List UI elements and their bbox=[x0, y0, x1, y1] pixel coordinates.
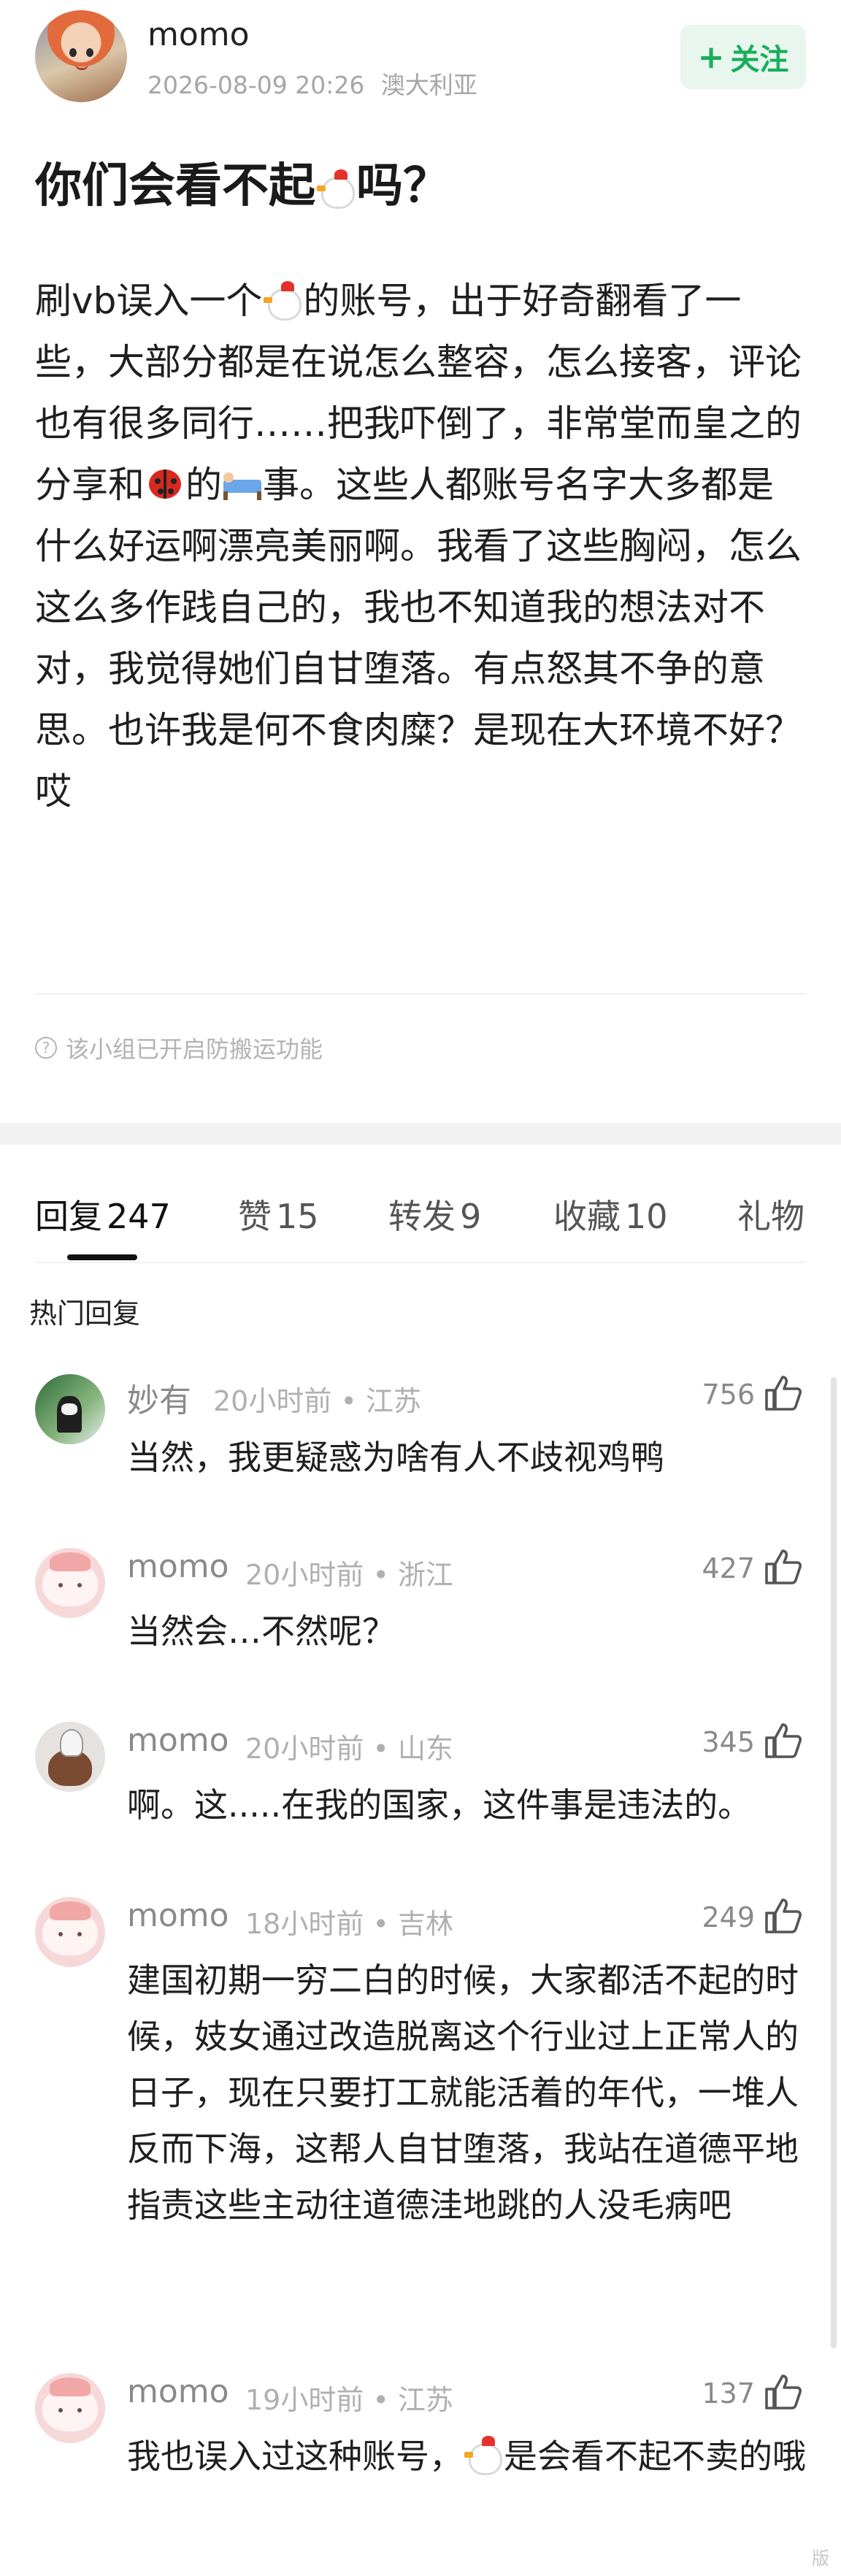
anti-repost-notice: ? 该小组已开启防搬运功能 bbox=[35, 1031, 323, 1065]
like-count: 137 bbox=[702, 2377, 755, 2410]
post-location: 澳大利亚 bbox=[380, 71, 477, 99]
divider bbox=[35, 993, 806, 994]
avatar[interactable] bbox=[35, 1548, 105, 1618]
scrollbar[interactable] bbox=[831, 1377, 837, 2348]
thumbs-up-icon[interactable] bbox=[764, 2373, 804, 2411]
interaction-tabs: 回复 247 赞 15 转发 9 收藏 10 礼物 bbox=[0, 1168, 841, 1263]
follow-button-label: 关注 bbox=[730, 43, 789, 77]
tab-replies[interactable]: 回复 247 bbox=[35, 1190, 171, 1238]
author-avatar[interactable] bbox=[35, 10, 127, 102]
tab-favorites[interactable]: 收藏 10 bbox=[553, 1190, 668, 1238]
like-count: 427 bbox=[702, 1552, 755, 1584]
comment-author[interactable]: momo bbox=[127, 1548, 229, 1585]
comment-author[interactable]: momo bbox=[127, 1722, 229, 1759]
post-title: 你们会看不起 吗？ bbox=[35, 159, 450, 213]
thumbs-up-icon[interactable] bbox=[764, 1374, 804, 1412]
comment-item: momo 20小时前 • 浙江 427 当然会…不然呢？ bbox=[0, 1548, 841, 1679]
comment-text: 当然会…不然呢？ bbox=[127, 1611, 396, 1651]
tab-likes[interactable]: 赞 15 bbox=[238, 1190, 319, 1238]
comment-author[interactable]: 妙有 bbox=[127, 1374, 191, 1421]
watermark: 版 bbox=[812, 2548, 829, 2569]
comment-author[interactable]: momo bbox=[127, 1897, 229, 1934]
comment-meta: 20小时前 • 浙江 bbox=[245, 1559, 453, 1591]
divider bbox=[35, 1262, 806, 1263]
comment-item: momo 19小时前 • 江苏 137 我也误入过这种账号， 是会看不起不卖的哦 bbox=[0, 2373, 841, 2541]
comment-item: momo 20小时前 • 山东 345 啊。这.....在我的国家，这件事是违法… bbox=[0, 1722, 841, 1853]
tab-reposts[interactable]: 转发 9 bbox=[388, 1190, 481, 1238]
avatar[interactable] bbox=[35, 1897, 105, 1967]
thumbs-up-icon[interactable] bbox=[764, 1897, 804, 1935]
comment-text: 我也误入过这种账号， 是会看不起不卖的哦 bbox=[127, 2429, 806, 2485]
avatar[interactable] bbox=[35, 2373, 105, 2443]
bed-emoji-icon bbox=[222, 462, 263, 503]
post-header: momo 2026-08-09 20:26 澳大利亚 + 关注 bbox=[0, 0, 841, 117]
post-meta: 2026-08-09 20:26 澳大利亚 bbox=[147, 66, 486, 101]
chicken-emoji-icon bbox=[262, 278, 303, 321]
thumbs-up-icon[interactable] bbox=[764, 1548, 804, 1586]
section-separator bbox=[0, 1123, 841, 1145]
like-count: 756 bbox=[702, 1379, 755, 1411]
like-count: 249 bbox=[702, 1901, 755, 1933]
comment-meta: 18小时前 • 吉林 bbox=[245, 1908, 453, 1940]
chicken-emoji-icon bbox=[315, 166, 356, 209]
tab-gifts[interactable]: 礼物 bbox=[737, 1190, 804, 1238]
comment-text: 当然，我更疑惑为啥有人不歧视鸡鸭 bbox=[127, 1438, 664, 1477]
comment-text: 建国初期一穷二白的时候，大家都活不起的时候，妓女通过改造脱离这个行业过上正常人的… bbox=[127, 1960, 799, 2225]
plus-icon: + bbox=[697, 38, 725, 76]
follow-button[interactable]: + 关注 bbox=[680, 25, 806, 89]
comment-meta: 19小时前 • 江苏 bbox=[245, 2384, 453, 2416]
question-circle-icon: ? bbox=[35, 1037, 57, 1059]
comment-item: momo 18小时前 • 吉林 249 建国初期一穷二白的时候，大家都活不起的时… bbox=[0, 1897, 841, 2306]
comment-author[interactable]: momo bbox=[127, 2373, 229, 2410]
avatar[interactable] bbox=[35, 1722, 105, 1792]
comment-meta: 20小时前 • 山东 bbox=[245, 1733, 453, 1765]
post-body: 刷vb误入一个 的账号，出于好奇翻看了一些，大部分都是在说怎么整容，怎么接客，评论… bbox=[35, 278, 802, 813]
avatar[interactable] bbox=[35, 1374, 105, 1444]
comment-item: 妙有 20小时前 • 江苏 756 当然，我更疑惑为啥有人不歧视鸡鸭 bbox=[0, 1374, 841, 1506]
comment-meta: 20小时前 • 江苏 bbox=[213, 1385, 421, 1417]
ladybug-emoji-icon bbox=[145, 462, 185, 503]
thumbs-up-icon[interactable] bbox=[764, 1722, 804, 1760]
chicken-emoji-icon bbox=[463, 2433, 504, 2475]
author-name[interactable]: momo bbox=[147, 16, 250, 53]
post-datetime: 2026-08-09 20:26 bbox=[147, 71, 365, 99]
hot-replies-title: 热门回复 bbox=[29, 1297, 141, 1330]
active-tab-indicator bbox=[67, 1254, 137, 1260]
like-count: 345 bbox=[702, 1726, 755, 1758]
comment-text: 啊。这.....在我的国家，这件事是违法的。 bbox=[127, 1785, 752, 1825]
